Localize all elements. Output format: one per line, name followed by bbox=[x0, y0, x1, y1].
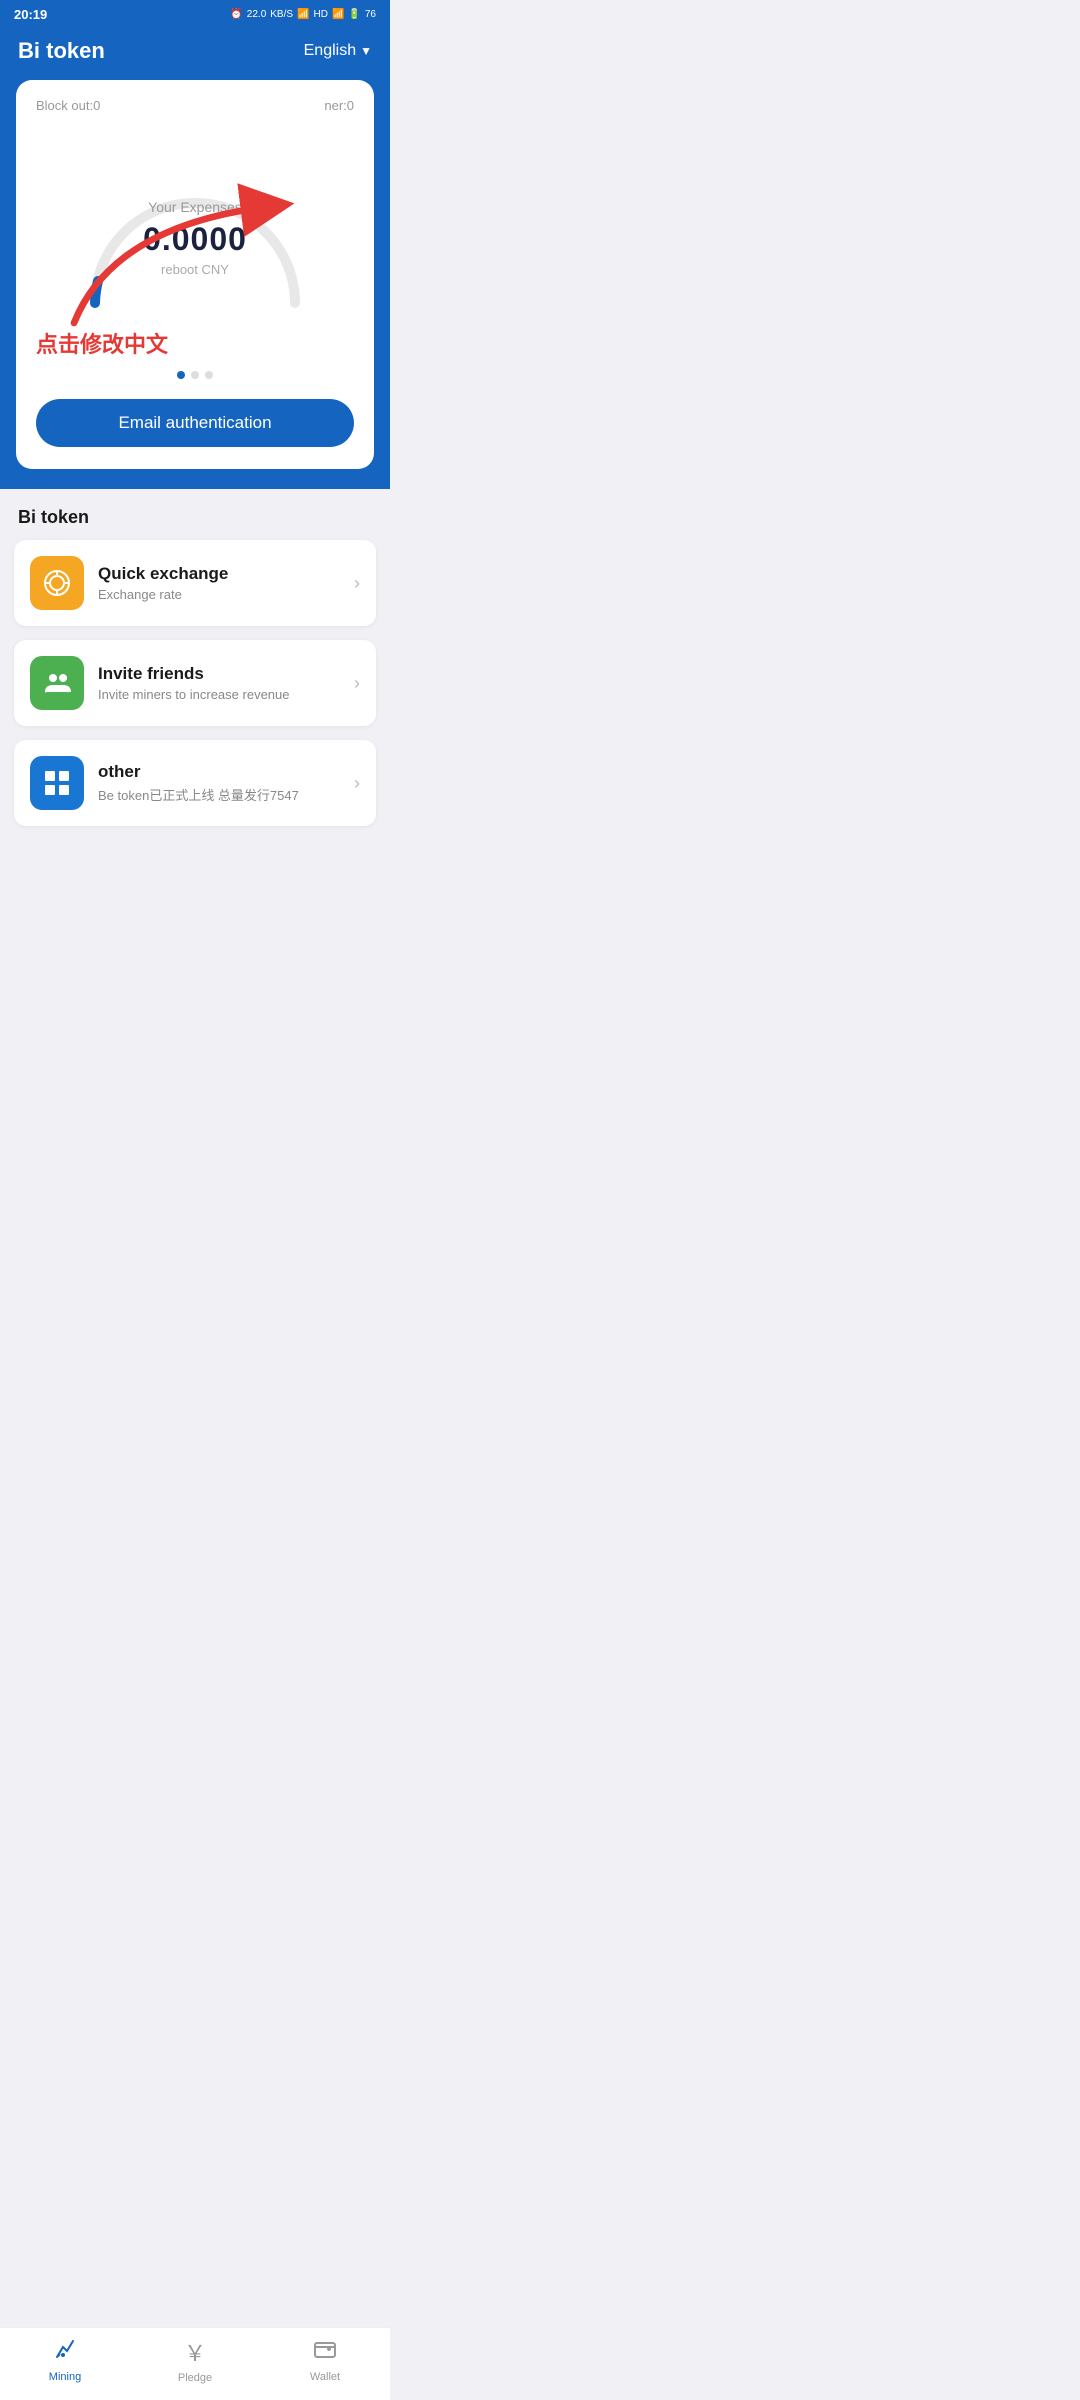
dot-inactive-1 bbox=[191, 371, 199, 379]
status-time: 20:19 bbox=[14, 7, 47, 22]
gauge-content: Your Expenses 0.0000 reboot CNY bbox=[143, 199, 247, 277]
invite-friends-chevron: › bbox=[354, 673, 360, 694]
quick-exchange-icon bbox=[30, 556, 84, 610]
gauge-value: 0.0000 bbox=[143, 221, 247, 258]
nav-mining[interactable]: Mining bbox=[0, 2337, 130, 2383]
chevron-down-icon: ▼ bbox=[360, 44, 372, 58]
status-bar: 20:19 ⏰ 22.0 KB/S 📶 HD 📶 🔋 76 bbox=[0, 0, 390, 28]
pledge-icon: ￥ bbox=[184, 2336, 206, 2368]
other-chevron: › bbox=[354, 773, 360, 794]
mining-label: Mining bbox=[49, 2371, 81, 2383]
nav-pledge[interactable]: ￥ Pledge bbox=[130, 2336, 260, 2384]
signal-icon: 📶 bbox=[332, 9, 344, 20]
gauge-currency: reboot CNY bbox=[143, 262, 247, 277]
dot-inactive-2 bbox=[205, 371, 213, 379]
app-title: Bi token bbox=[18, 38, 105, 64]
alarm-icon: ⏰ bbox=[230, 9, 242, 20]
email-auth-button[interactable]: Email authentication bbox=[36, 399, 354, 447]
invite-friends-icon bbox=[30, 656, 84, 710]
invite-friends-subtitle: Invite miners to increase revenue bbox=[98, 687, 340, 702]
other-subtitle: Be token已正式上线 总量发行7547 bbox=[98, 785, 340, 804]
wallet-label: Wallet bbox=[310, 2371, 340, 2383]
dot-active bbox=[177, 371, 185, 379]
invite-friends-title: Invite friends bbox=[98, 664, 340, 684]
card-top-row: Block out:0 ner:0 bbox=[36, 98, 354, 113]
battery-icon: 🔋 bbox=[348, 9, 360, 20]
quick-exchange-text: Quick exchange Exchange rate bbox=[98, 564, 340, 602]
speed-indicator: 22.0 bbox=[247, 9, 266, 20]
bottom-nav: Mining ￥ Pledge Wallet bbox=[0, 2327, 390, 2400]
quick-exchange-subtitle: Exchange rate bbox=[98, 587, 340, 602]
status-icons: ⏰ 22.0 KB/S 📶 HD 📶 🔋 76 bbox=[230, 9, 376, 20]
block-out-label: Block out:0 bbox=[36, 98, 100, 113]
other-icon bbox=[30, 756, 84, 810]
battery-level: 76 bbox=[365, 9, 376, 20]
invite-friends-text: Invite friends Invite miners to increase… bbox=[98, 664, 340, 702]
pledge-label: Pledge bbox=[178, 2372, 212, 2384]
other-item[interactable]: other Be token已正式上线 总量发行7547 › bbox=[14, 740, 376, 826]
app-header: Bi token English ▼ bbox=[0, 28, 390, 80]
language-selector[interactable]: English ▼ bbox=[304, 42, 372, 60]
gauge-container: Your Expenses 0.0000 reboot CNY bbox=[36, 123, 354, 323]
dot-indicator bbox=[36, 371, 354, 379]
hd-badge: HD bbox=[314, 9, 328, 20]
chinese-overlay-text: 点击修改中文 bbox=[36, 327, 354, 359]
quick-exchange-chevron: › bbox=[354, 573, 360, 594]
gauge-label: Your Expenses bbox=[143, 199, 247, 215]
card-wrapper: Block out:0 ner:0 Your Expenses 0.0000 r… bbox=[0, 80, 390, 489]
other-title: other bbox=[98, 762, 340, 782]
quick-exchange-item[interactable]: Quick exchange Exchange rate › bbox=[14, 540, 376, 626]
wifi-icon: 📶 bbox=[297, 9, 309, 20]
mining-icon bbox=[53, 2337, 77, 2367]
section-title: Bi token bbox=[0, 489, 390, 540]
language-label: English bbox=[304, 42, 356, 60]
nav-wallet[interactable]: Wallet bbox=[260, 2337, 390, 2383]
wallet-icon bbox=[313, 2337, 337, 2367]
speed-unit: KB/S bbox=[270, 9, 293, 20]
quick-exchange-title: Quick exchange bbox=[98, 564, 340, 584]
invite-friends-item[interactable]: Invite friends Invite miners to increase… bbox=[14, 640, 376, 726]
miner-label: ner:0 bbox=[324, 98, 354, 113]
main-card: Block out:0 ner:0 Your Expenses 0.0000 r… bbox=[16, 80, 374, 469]
other-text: other Be token已正式上线 总量发行7547 bbox=[98, 762, 340, 804]
